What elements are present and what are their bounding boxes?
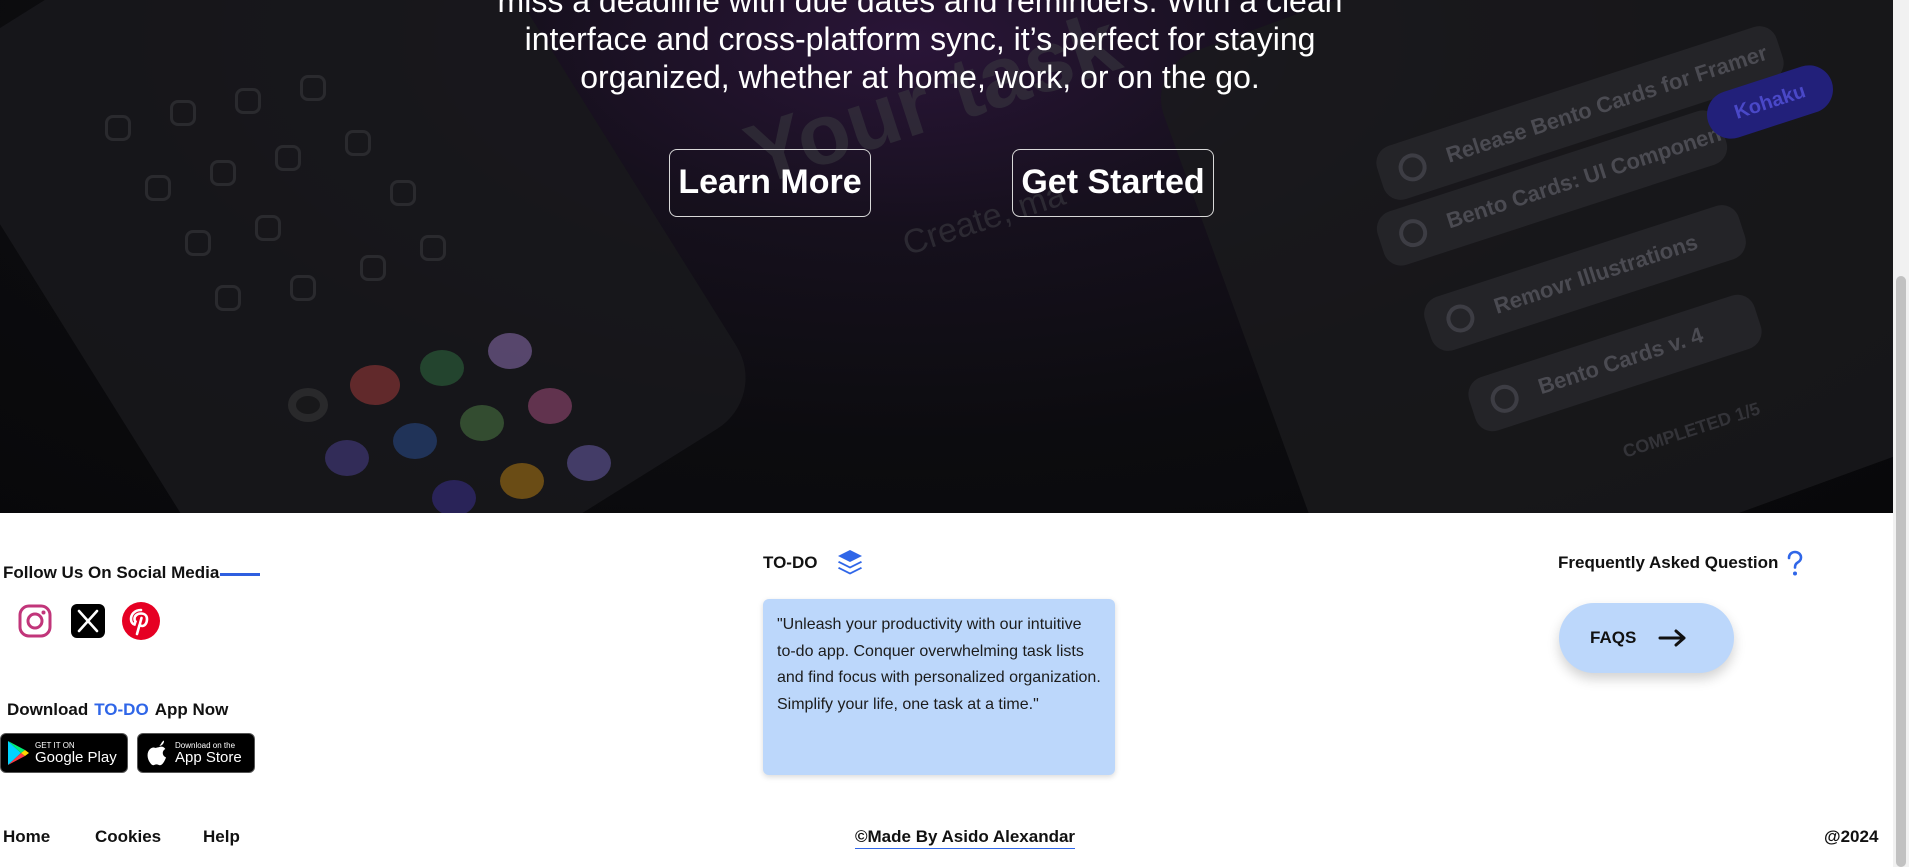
bottom-bar: Home Cookies Help ©Made By Asido Alexand… (0, 800, 1893, 867)
color-dot (288, 388, 328, 422)
color-dot (460, 405, 504, 441)
x-twitter-link[interactable] (68, 601, 108, 641)
home-link[interactable]: Home (3, 827, 50, 847)
background-icon (105, 115, 131, 141)
background-icon (345, 130, 371, 156)
background-icon (210, 160, 236, 186)
google-play-icon (8, 741, 29, 765)
credit-link[interactable]: ©Made By Asido Alexandar (855, 827, 1076, 849)
faq-title: Frequently Asked Question (1558, 553, 1779, 572)
background-icon (145, 175, 171, 201)
page: Your task Create, ma Release Bento Cards… (0, 0, 1909, 867)
google-play-badge[interactable]: GET IT ON Google Play (0, 733, 128, 773)
background-icon (185, 230, 211, 256)
arrow-right-icon (1658, 629, 1686, 647)
hero-text-line: miss a deadline with due dates and remin… (497, 0, 1343, 19)
todo-title: TO-DO (763, 553, 818, 572)
instagram-link[interactable] (15, 601, 55, 641)
download-suffix: App Now (154, 700, 229, 719)
cookies-link[interactable]: Cookies (95, 827, 161, 847)
faqs-label: FAQS (1590, 628, 1637, 647)
background-icon (420, 235, 446, 261)
pinterest-link[interactable] (121, 601, 161, 641)
background-icon (290, 275, 316, 301)
accent-line (220, 573, 260, 576)
color-dot (528, 388, 572, 424)
follow-social-title: Follow Us On Social Media (3, 563, 220, 582)
background-icon (235, 88, 261, 114)
background-icon (360, 255, 386, 281)
layers-icon (836, 548, 864, 583)
app-store-badge[interactable]: Download on the App Store (137, 733, 255, 773)
app-quote: "Unleash your productivity with our intu… (763, 599, 1115, 775)
get-started-button[interactable]: Get Started (1012, 149, 1214, 217)
apple-icon (147, 740, 166, 766)
google-play-big: Google Play (35, 748, 117, 766)
question-icon (1784, 549, 1806, 584)
color-dot (432, 480, 476, 513)
download-brand: TO-DO (94, 700, 149, 719)
color-dot (420, 350, 464, 386)
scrollbar[interactable] (1893, 0, 1909, 867)
pinterest-icon (122, 602, 160, 640)
color-dot (488, 333, 532, 369)
background-icon (255, 215, 281, 241)
color-dot (500, 463, 544, 499)
learn-more-button[interactable]: Learn More (669, 149, 871, 217)
color-dot (567, 445, 611, 481)
hero-text-line: interface and cross-platform sync, it’s … (524, 21, 1316, 57)
color-dot (350, 365, 400, 405)
copyright-year: @2024 (1824, 827, 1879, 846)
download-prefix: Download (7, 700, 89, 719)
download-heading: Download TO-DO App Now (7, 700, 228, 720)
scrollbar-thumb[interactable] (1896, 276, 1906, 867)
help-link[interactable]: Help (203, 827, 240, 847)
app-store-big: App Store (175, 748, 242, 766)
hero-description: miss a deadline with due dates and remin… (480, 0, 1360, 96)
hero-text-line: organized, whether at home, work, or on … (580, 59, 1260, 95)
faqs-button[interactable]: FAQS (1559, 603, 1734, 673)
color-dot (325, 440, 369, 476)
background-icon (390, 180, 416, 206)
hero-section: Your task Create, ma Release Bento Cards… (0, 0, 1893, 513)
footer: Follow Us On Social Media Download TO-DO A… (0, 513, 1893, 800)
color-dot (393, 423, 437, 459)
instagram-icon (18, 604, 52, 638)
background-icon (275, 145, 301, 171)
background-icon (170, 100, 196, 126)
background-icon (300, 75, 326, 101)
background-icon (215, 285, 241, 311)
x-icon (71, 604, 105, 638)
